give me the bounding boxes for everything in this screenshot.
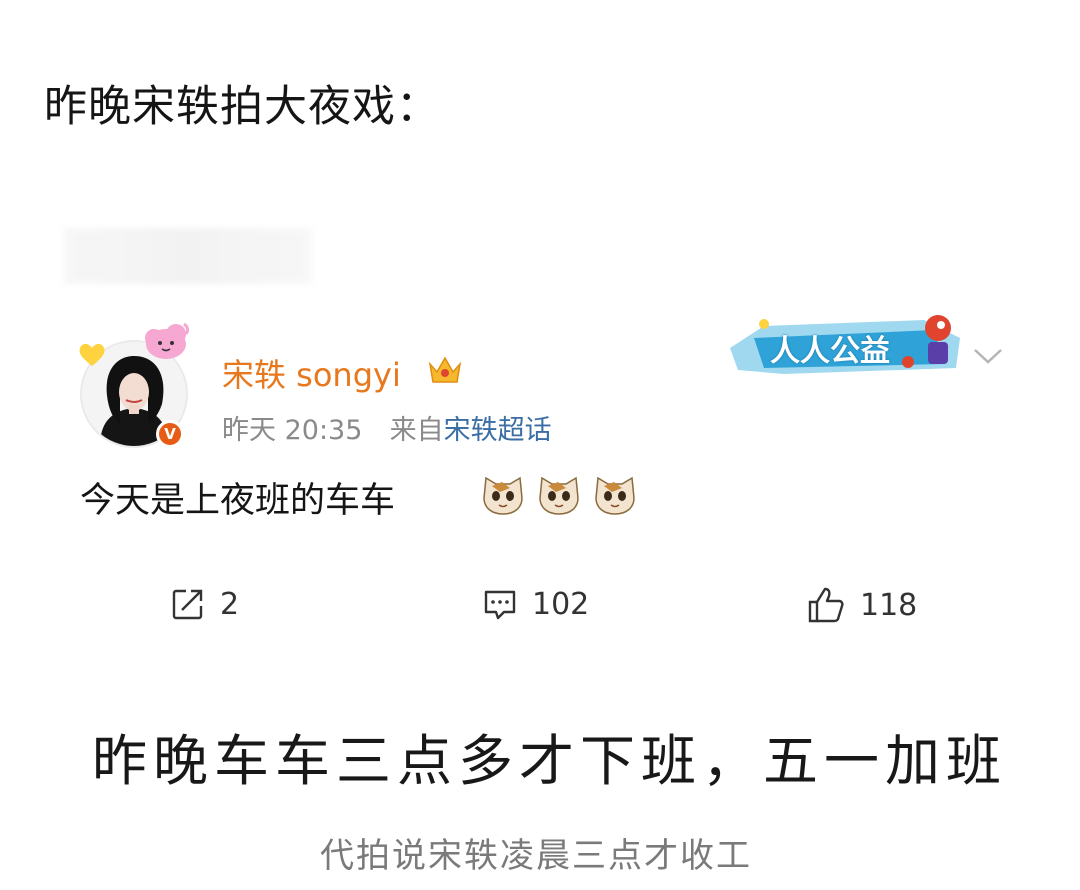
post-time: 昨天 20:35 bbox=[222, 415, 363, 446]
pink-cloud-decoration-icon bbox=[145, 322, 190, 359]
comment-button[interactable]: 102 bbox=[482, 586, 589, 622]
chevron-down-icon[interactable] bbox=[972, 346, 1004, 366]
share-icon bbox=[172, 589, 203, 620]
like-button[interactable]: 118 bbox=[806, 586, 917, 624]
comment-count: 102 bbox=[532, 586, 590, 622]
post-username[interactable]: 宋轶 songyi bbox=[222, 350, 401, 396]
cat-emoji-icon bbox=[483, 476, 523, 515]
crown-icon bbox=[428, 356, 462, 383]
share-count: 2 bbox=[220, 586, 240, 622]
share-button[interactable]: 2 bbox=[170, 586, 239, 622]
cat-emoji-icon bbox=[595, 476, 635, 515]
public-welfare-badge[interactable]: 人人公益 bbox=[724, 308, 966, 382]
badge-text: 人人公益 bbox=[770, 334, 890, 369]
caption-sub: 代拍说宋轶凌晨三点才收工 bbox=[320, 836, 752, 876]
thumbs-up-icon bbox=[808, 587, 844, 623]
like-count: 118 bbox=[860, 587, 918, 623]
headline: 昨晚宋轶拍大夜戏： bbox=[44, 82, 440, 132]
cat-emoji-group bbox=[480, 470, 638, 516]
post-source-prefix: 来自 bbox=[389, 415, 444, 446]
heart-decoration-icon bbox=[79, 343, 105, 366]
blurred-region bbox=[64, 228, 312, 284]
comment-icon bbox=[484, 590, 516, 620]
cat-emoji-icon bbox=[539, 476, 579, 515]
caption-main: 昨晚车车三点多才下班，五一加班 bbox=[92, 729, 1008, 793]
post-meta: 昨天 20:35 来自宋轶超话 bbox=[222, 408, 552, 447]
post-source-link[interactable]: 宋轶超话 bbox=[444, 415, 552, 446]
verified-badge-icon: V bbox=[156, 420, 184, 448]
post-text: 今天是上夜班的车车 bbox=[80, 481, 396, 521]
avatar[interactable]: V bbox=[78, 322, 190, 448]
